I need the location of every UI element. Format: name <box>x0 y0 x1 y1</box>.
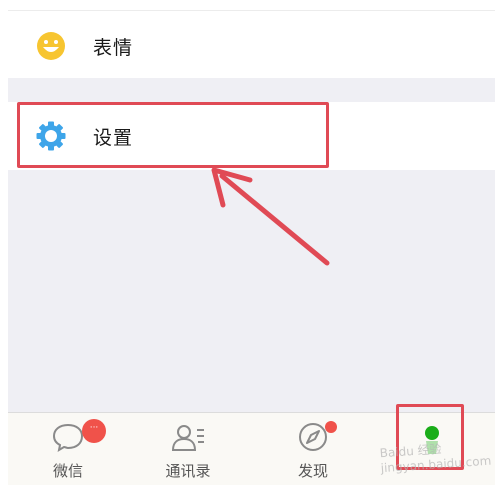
annotation-arrow <box>211 167 330 266</box>
wechat-me-screen: 表情 设置 ··· 微信 通讯录 发现 Baidu 经验 jingyan.bai… <box>0 0 503 486</box>
